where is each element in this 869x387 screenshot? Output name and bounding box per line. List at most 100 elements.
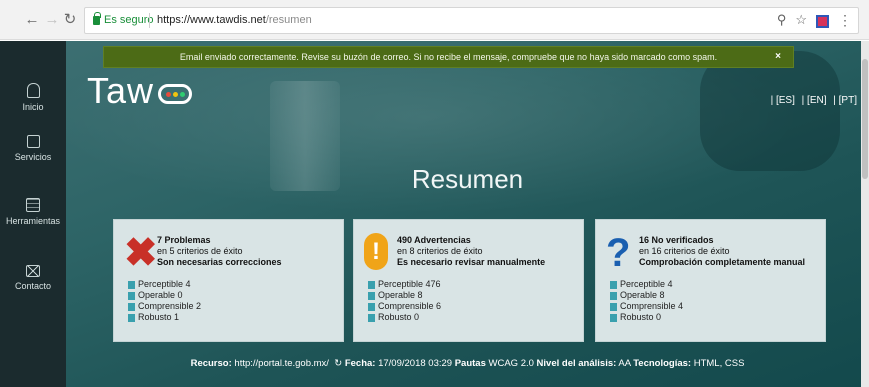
tools-icon: [26, 198, 40, 212]
logo-dot: [165, 91, 171, 97]
list-item: Comprensible 2: [128, 301, 201, 312]
unverified-card: ? 16 No verificados en 16 criterios de é…: [595, 219, 826, 342]
card-subheading: en 8 criterios de éxito: [397, 246, 483, 256]
logo-dots-icon: [158, 84, 193, 104]
web-page: Inicio Servicios Herramientas Contacto E…: [0, 41, 869, 387]
info-icon: [128, 291, 135, 300]
list-item: Operable 8: [610, 290, 683, 301]
address-bar[interactable]: Es seguro https://www.tawdis.net/resumen…: [84, 7, 859, 34]
card-note: Es necesario revisar manualmente: [397, 257, 546, 267]
list-item-label: Perceptible 476: [378, 279, 441, 289]
list-item: Perceptible 476: [368, 279, 441, 290]
list-item: Operable 0: [128, 290, 201, 301]
list-item: Comprensible 4: [610, 301, 683, 312]
close-icon[interactable]: ×: [775, 47, 781, 67]
list-item: Robusto 0: [610, 312, 683, 323]
briefcase-icon: [26, 135, 40, 148]
technologies-value: HTML, CSS: [693, 358, 745, 369]
kebab-menu-icon[interactable]: ⋮: [838, 11, 852, 29]
url-divider: [149, 13, 150, 28]
sidebar-item-label: Herramientas: [5, 216, 61, 226]
refresh-icon[interactable]: ↻: [334, 358, 342, 369]
card-criteria-list: Perceptible 476 Operable 8 Comprensible …: [368, 279, 441, 323]
reload-icon[interactable]: ↻: [62, 12, 78, 28]
date-label: Fecha:: [344, 358, 376, 369]
list-item-label: Operable 8: [378, 290, 423, 300]
omnibox-actions: ⚲ ☆ ⋮: [777, 11, 852, 29]
flash-text: Email enviado correctamente. Revise su b…: [179, 52, 718, 62]
card-note: Son necesarias correcciones: [157, 257, 282, 267]
page-title: Resumen: [411, 164, 524, 194]
url-text[interactable]: https://www.tawdis.net/resumen: [157, 14, 312, 26]
list-item: Perceptible 4: [610, 279, 683, 290]
url-host: https://www.tawdis.net: [157, 14, 266, 26]
resource-label: Recurso:: [190, 358, 232, 369]
sidebar-item-inicio[interactable]: Inicio: [0, 83, 66, 112]
card-summary: 490 Advertencias en 8 criterios de éxito…: [397, 235, 545, 268]
logo-dot: [172, 91, 178, 97]
info-icon: [128, 313, 135, 322]
card-subheading: en 5 criterios de éxito: [157, 246, 243, 256]
card-note: Comprobación completamente manual: [639, 257, 806, 267]
guidelines-value: WCAG 2.0: [488, 358, 534, 369]
zoom-icon[interactable]: ⚲: [777, 11, 787, 29]
logo-text: Taw: [87, 70, 155, 111]
language-pt-link[interactable]: | [PT]: [833, 95, 857, 106]
scrollbar-thumb[interactable]: [862, 59, 868, 179]
list-item: Perceptible 4: [128, 279, 201, 290]
card-criteria-list: Perceptible 4 Operable 0 Comprensible 2 …: [128, 279, 201, 323]
forward-arrow-icon[interactable]: →: [44, 12, 60, 28]
list-item-label: Comprensible 4: [620, 301, 684, 311]
card-criteria-list: Perceptible 4 Operable 8 Comprensible 4 …: [610, 279, 683, 323]
technologies-label: Tecnologías:: [633, 358, 692, 369]
card-subheading: en 16 criterios de éxito: [639, 246, 730, 256]
analysis-info-bar: Recurso: http://portal.te.gob.mx/ ↻ Fech…: [66, 358, 869, 369]
resource-url[interactable]: http://portal.te.gob.mx/: [234, 358, 329, 369]
browser-toolbar: ← → ↻ Es seguro https://www.tawdis.net/r…: [0, 0, 869, 40]
info-icon: [368, 302, 375, 311]
guidelines-label: Pautas: [454, 358, 486, 369]
list-item-label: Perceptible 4: [620, 279, 673, 289]
list-item: Comprensible 6: [368, 301, 441, 312]
site-logo[interactable]: Taw: [87, 70, 193, 111]
list-item: Robusto 0: [368, 312, 441, 323]
secure-label: Es seguro: [104, 14, 154, 26]
back-arrow-icon[interactable]: ←: [24, 12, 40, 28]
sidebar-item-label: Servicios: [14, 152, 52, 162]
info-icon: [368, 280, 375, 289]
home-icon: [26, 83, 40, 98]
sidebar-item-label: Contacto: [14, 281, 52, 291]
mail-icon: [26, 265, 40, 277]
info-icon: [610, 302, 617, 311]
list-item-label: Operable 0: [138, 290, 183, 300]
card-heading: 7 Problemas: [157, 235, 211, 245]
info-icon: [128, 280, 135, 289]
list-item-label: Perceptible 4: [138, 279, 191, 289]
lock-icon: [93, 12, 101, 25]
sidebar-item-herramientas[interactable]: Herramientas: [0, 198, 66, 226]
list-item-label: Robusto 0: [378, 312, 420, 322]
sidebar-item-contacto[interactable]: Contacto: [0, 265, 66, 291]
date-value: 17/09/2018 03:29: [378, 358, 453, 369]
extension-icon[interactable]: [816, 14, 829, 28]
language-en-link[interactable]: | [EN]: [802, 95, 827, 106]
sidebar-item-label: Inicio: [22, 102, 44, 112]
list-item: Robusto 1: [128, 312, 201, 323]
list-item-label: Comprensible 6: [378, 301, 442, 311]
list-item-label: Comprensible 2: [138, 301, 202, 311]
success-flash-message: Email enviado correctamente. Revise su b…: [103, 46, 794, 68]
sidebar-item-servicios[interactable]: Servicios: [0, 135, 66, 162]
background-dark-shape: [700, 51, 840, 171]
info-icon: [128, 302, 135, 311]
card-heading: 490 Advertencias: [397, 235, 471, 245]
list-item-label: Operable 8: [620, 290, 665, 300]
info-icon: [368, 291, 375, 300]
warnings-card: ! 490 Advertencias en 8 criterios de éxi…: [353, 219, 584, 342]
language-es-link[interactable]: | [ES]: [771, 95, 795, 106]
logo-dot: [179, 91, 185, 97]
level-value: AA: [618, 358, 631, 369]
vertical-scrollbar[interactable]: [861, 41, 869, 387]
star-icon[interactable]: ☆: [795, 11, 807, 29]
language-switcher: | [ES] | [EN] | [PT]: [767, 95, 857, 106]
card-heading: 16 No verificados: [639, 235, 714, 245]
